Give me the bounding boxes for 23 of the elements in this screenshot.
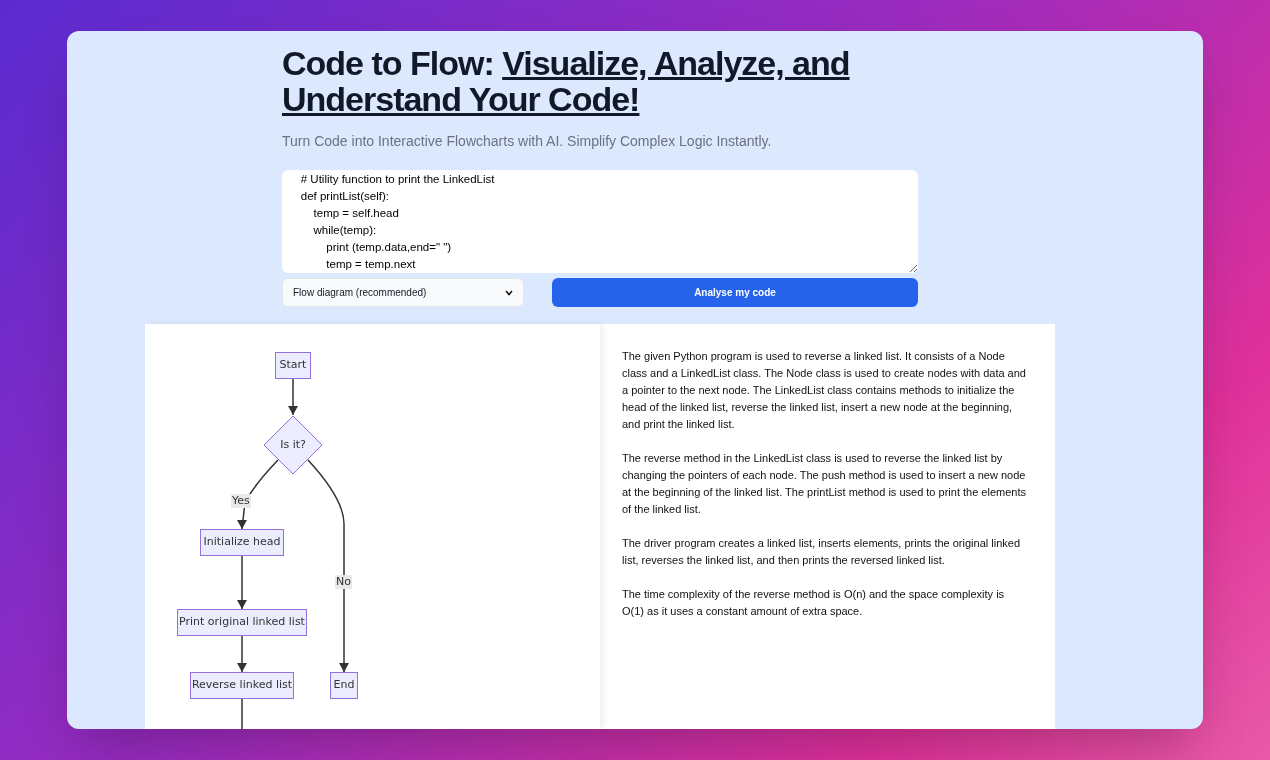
subtitle: Turn Code into Interactive Flowcharts with AI. Simplify Complex Logic Instantly.: [282, 132, 773, 151]
title-link[interactable]: Visualize, Analyze, and: [502, 44, 850, 82]
chevron-down-icon: [505, 289, 513, 296]
explanation-paragraph: The reverse method in the LinkedList class is used to reverse the linked list by changing the pointers of each node. The push method is used to insert a new node at the beginning of the linked list. The printList method is used to print the elements of the linked list.: [622, 451, 1027, 517]
connector-arrow: [237, 555, 247, 610]
title-link[interactable]: Understand Your Code!: [282, 80, 640, 118]
explanation-paragraph: The driver program creates a linked list, inserts elements, prints the original linked list, reverses the linked list, and then prints the reversed linked list.: [622, 536, 1021, 568]
process-node: Start: [275, 352, 311, 379]
process-node: Reverse linked list: [190, 672, 294, 699]
decision-node: Is it?: [263, 415, 323, 475]
diagram-type-select[interactable]: Flow diagram (recommended): [282, 278, 524, 307]
code-input-field[interactable]: # Utility function to print the LinkedList def printList(self): temp = self.head while(temp): print (temp.data,end=" ") temp = temp.next: [282, 170, 918, 273]
process-node: End: [330, 672, 358, 699]
process-node: Print original linked list: [177, 609, 307, 636]
process-node: Initialize head: [200, 529, 284, 556]
explanation-paragraph: The time complexity of the reverse method is O(n) and the space complexity is O(1) as it uses a constant amount of extra space.: [622, 587, 1006, 619]
edge-label: Yes: [231, 494, 251, 508]
edge-label: No: [335, 575, 352, 589]
explanation-paragraph: The given Python program is used to reverse a linked list. It consists of a Node class and a LinkedList class. The Node class is used to create nodes with data and a pointer to the next node. The LinkedList class contains methods to initialize the head of the linked list, reverse the linked list, insert a new node at the beginning, and print the linked list.: [622, 349, 1027, 432]
connector-arrow: [237, 635, 247, 673]
analyse-button[interactable]: Analyse my code: [552, 278, 918, 307]
connector-arrow: [288, 378, 298, 416]
page-title: Code to Flow: Visualize, Analyze, and Understand Your Code!: [282, 45, 851, 117]
